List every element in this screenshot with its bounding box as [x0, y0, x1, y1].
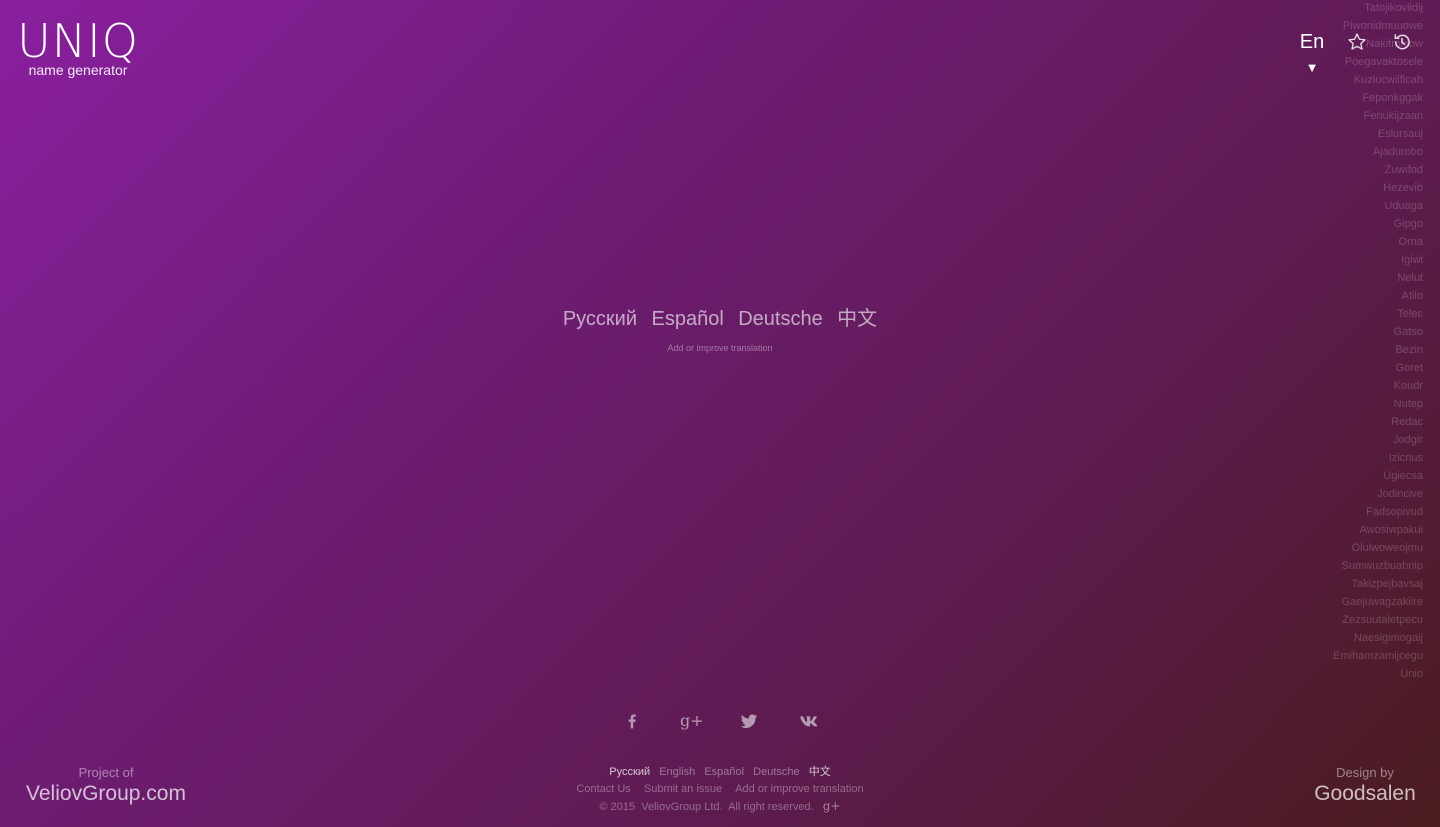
name-item[interactable]: Tatojikoviidij [1333, 0, 1423, 17]
lang-link-zh[interactable]: 中文 [837, 305, 877, 333]
name-item[interactable]: Izicnus [1333, 449, 1423, 467]
name-item[interactable]: Igiwi [1333, 251, 1423, 269]
footer-lang-en[interactable]: English [659, 766, 695, 778]
facebook-icon[interactable] [621, 710, 643, 732]
footer-lang-de[interactable]: Deutsche [753, 766, 799, 778]
google-plus-icon[interactable]: g+ [680, 710, 704, 732]
name-item[interactable]: Emihamzamijcegu [1333, 647, 1423, 665]
footer-lang-zh[interactable]: 中文 [809, 766, 831, 778]
google-plus-label: g+ [680, 711, 704, 730]
logo[interactable]: UNIQ name generator [16, 16, 140, 78]
name-item[interactable]: Nakitmhlow [1333, 35, 1423, 53]
footer-language-links: Русский English Español Deutsche 中文 [0, 764, 1440, 781]
name-item[interactable]: Uduaga [1333, 197, 1423, 215]
footer-lang-es[interactable]: Español [704, 766, 744, 778]
name-item[interactable]: Fadsopivud [1333, 503, 1423, 521]
copyright: © 2015 VeliovGroup Ltd. All right reserv… [599, 801, 814, 813]
logo-title: UNIQ [17, 14, 139, 68]
social-links: g+ [0, 710, 1440, 732]
name-item[interactable]: Jodgir [1333, 431, 1423, 449]
name-item[interactable]: Nelut [1333, 269, 1423, 287]
current-language: En [1299, 31, 1325, 53]
lang-link-de[interactable]: Deutsche [738, 305, 823, 333]
name-item[interactable]: Redac [1333, 413, 1423, 431]
footer-lang-ru[interactable]: Русский [609, 766, 650, 778]
footer-translation-link[interactable]: Add or improve translation [735, 783, 863, 795]
name-item[interactable]: Naesigimogaij [1333, 629, 1423, 647]
name-item[interactable]: Olulwoweojmu [1333, 539, 1423, 557]
name-item[interactable]: Zuwifod [1333, 161, 1423, 179]
name-item[interactable]: Nutep [1333, 395, 1423, 413]
twitter-icon[interactable] [738, 710, 760, 732]
name-item[interactable]: Ugiecsa [1333, 467, 1423, 485]
lang-link-es[interactable]: Español [651, 305, 723, 333]
name-item[interactable]: Feponkggak [1333, 89, 1423, 107]
name-item[interactable]: Koudr [1333, 377, 1423, 395]
footer-copyright-row: © 2015 VeliovGroup Ltd. All right reserv… [0, 798, 1440, 816]
name-item[interactable]: Unio [1333, 665, 1423, 683]
logo-subtitle: name generator [28, 62, 128, 78]
name-item[interactable]: Takizpejbavsaj [1333, 575, 1423, 593]
name-item[interactable]: Gaejuwagzakiire [1333, 593, 1423, 611]
add-translation-link[interactable]: Add or improve translation [0, 342, 1440, 354]
footer-center: Русский English Español Deutsche 中文 Cont… [0, 764, 1440, 816]
name-item[interactable]: Poegavaktosele [1333, 53, 1423, 71]
chevron-down-icon: ▼ [1305, 60, 1319, 75]
name-item[interactable]: Fenukijzaan [1333, 107, 1423, 125]
name-item[interactable]: Jodincive [1333, 485, 1423, 503]
name-item[interactable]: Orna [1333, 233, 1423, 251]
name-item[interactable]: Awosiwpakui [1333, 521, 1423, 539]
contact-us-link[interactable]: Contact Us [576, 783, 630, 795]
name-item[interactable]: Sumwuzbuahnip [1333, 557, 1423, 575]
name-item[interactable]: Eslursauj [1333, 125, 1423, 143]
name-item[interactable]: Hezevib [1333, 179, 1423, 197]
name-item[interactable]: Kuzlucwiificah [1333, 71, 1423, 89]
footer-links: Contact Us Submit an issue Add or improv… [0, 781, 1440, 798]
name-item[interactable]: Zezsuutaletpecu [1333, 611, 1423, 629]
name-item[interactable]: Goret [1333, 359, 1423, 377]
vk-icon[interactable] [797, 710, 819, 732]
name-item[interactable]: Piwonidmuuowe [1333, 17, 1423, 35]
footer-google-plus-icon[interactable]: g+ [823, 799, 841, 813]
center-language-links: Русский Español Deutsche 中文 [0, 305, 1440, 333]
language-dropdown[interactable]: En ▼ [1294, 30, 1330, 76]
submit-issue-link[interactable]: Submit an issue [644, 783, 722, 795]
lang-link-ru[interactable]: Русский [563, 305, 637, 333]
name-item[interactable]: Atilo [1333, 287, 1423, 305]
name-item[interactable]: Ajadurobo [1333, 143, 1423, 161]
name-item[interactable]: Gipgo [1333, 215, 1423, 233]
